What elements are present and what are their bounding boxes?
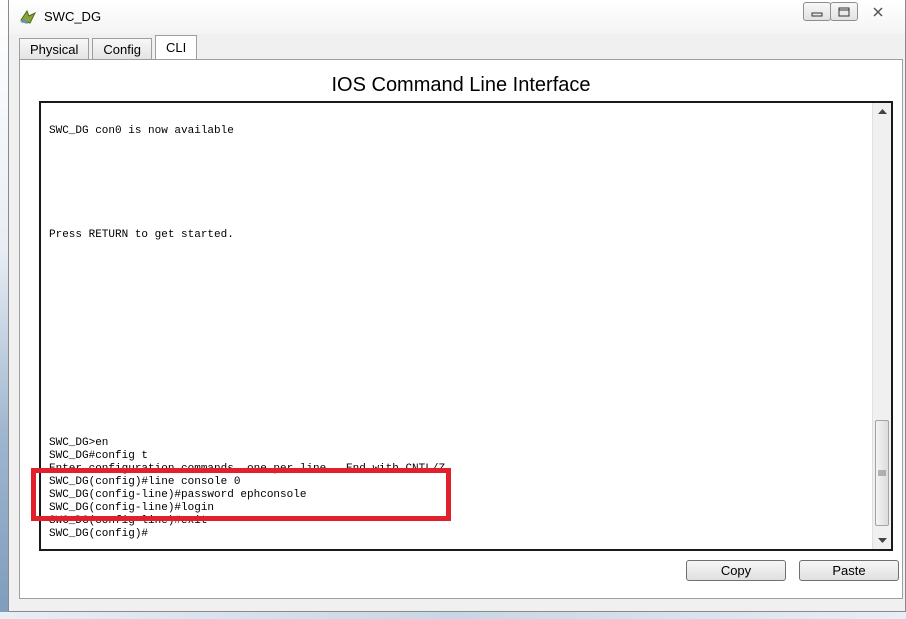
maximize-icon: [838, 7, 850, 16]
terminal-scrollbar[interactable]: [872, 103, 891, 549]
terminal-line: SWC_DG con0 is now available: [49, 125, 234, 137]
arrow-up-icon: [877, 108, 887, 114]
tab-bar: Physical Config CLI: [19, 35, 200, 60]
panel-heading: IOS Command Line Interface: [331, 74, 591, 96]
scroll-thumb[interactable]: [875, 420, 889, 526]
terminal-line: Press RETURN to get started.: [49, 229, 234, 241]
terminal-line: SWC_DG>en: [49, 437, 109, 449]
paste-button[interactable]: Paste: [799, 560, 899, 581]
tab-config[interactable]: Config: [92, 38, 152, 59]
title-bar[interactable]: SWC_DG: [9, 0, 905, 34]
terminal-line: SWC_DG#config t: [49, 450, 149, 462]
minimize-icon: [811, 12, 823, 16]
tab-physical[interactable]: Physical: [19, 38, 90, 59]
close-icon: [873, 6, 883, 17]
minimize-button[interactable]: [803, 2, 831, 21]
terminal-line: SWC_DG(config)#: [49, 528, 149, 540]
maximize-button[interactable]: [830, 2, 858, 21]
window-controls: [803, 2, 899, 21]
taskbar-edge: [0, 612, 906, 619]
desktop-edge: [0, 0, 8, 619]
switch-app-icon: [20, 9, 37, 24]
window-title: SWC_DG: [44, 9, 102, 24]
arrow-down-icon: [877, 537, 887, 543]
highlight-box: [31, 468, 451, 521]
close-button[interactable]: [857, 2, 899, 21]
grip-icon: [878, 470, 886, 476]
copy-button[interactable]: Copy: [686, 560, 786, 581]
scroll-down-button[interactable]: [873, 532, 891, 549]
tab-cli[interactable]: CLI: [155, 35, 198, 59]
scroll-up-button[interactable]: [873, 103, 891, 120]
